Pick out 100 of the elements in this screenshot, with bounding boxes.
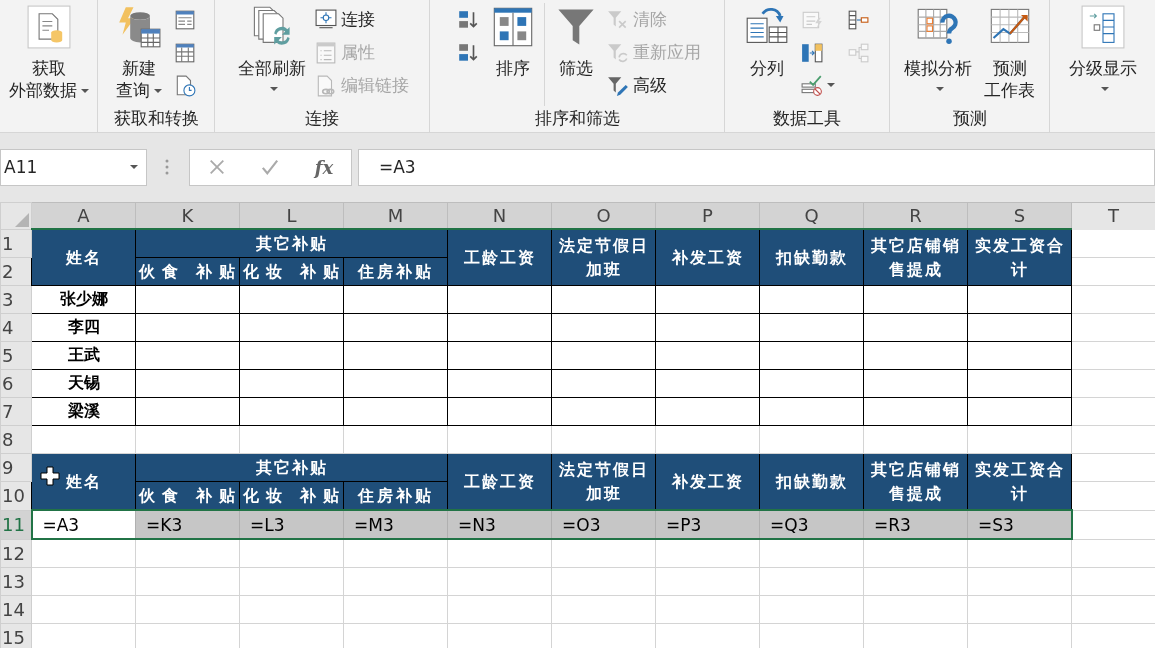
row-header[interactable]: 7 (0, 397, 32, 426)
window-icon (174, 8, 196, 31)
row-header[interactable]: 12 (0, 539, 32, 568)
remove-duplicates-icon (801, 41, 823, 64)
row-header[interactable]: 6 (0, 369, 32, 398)
table-cell: =N3 (447, 510, 552, 539)
table-cell: 梁溪 (31, 397, 136, 426)
funnel-refresh-icon (606, 41, 629, 64)
table-header: 其它店铺销售提成 (863, 229, 968, 286)
name-box[interactable]: A11 (0, 148, 147, 186)
table-header: 法定节假日加班 (551, 229, 656, 286)
column-header[interactable]: Q (759, 202, 864, 229)
table-header: 姓名 (31, 229, 136, 286)
column-header[interactable]: P (655, 202, 760, 229)
row-header[interactable]: 5 (0, 341, 32, 370)
row-header[interactable]: 9 (0, 453, 32, 482)
ribbon-button[interactable]: 筛选 (550, 3, 601, 81)
column-header[interactable]: R (863, 202, 968, 229)
table-cell: =O3 (551, 510, 656, 539)
table-cell: =K3 (135, 510, 240, 539)
table-cell: 李四 (31, 313, 136, 342)
outline-icon (1080, 5, 1125, 49)
table-cell: 王武 (31, 341, 136, 370)
table-cell: =M3 (343, 510, 448, 539)
insert-function-button[interactable]: fx (314, 156, 334, 178)
column-header[interactable]: S (967, 202, 1072, 229)
ribbon-button[interactable]: 分级显示 (1065, 3, 1140, 101)
connection-icon (315, 8, 337, 31)
cursor-icon (40, 466, 60, 486)
row-header[interactable]: 4 (0, 313, 32, 342)
database-icon (117, 5, 161, 49)
column-header[interactable]: A (31, 202, 136, 229)
row-header[interactable]: 14 (0, 595, 32, 624)
group-label: 连接 (305, 107, 339, 130)
table-header: 工龄工资 (447, 453, 552, 510)
sort-ascending-icon (456, 8, 479, 31)
table-header: 扣缺勤款 (759, 453, 864, 510)
column-header[interactable]: L (239, 202, 344, 229)
table-header: 实发工资合计 (967, 229, 1072, 286)
sort-descending-icon (456, 41, 479, 64)
ribbon-button[interactable]: 获取 外部数据 (5, 3, 92, 103)
table-header: 补发工资 (655, 453, 760, 510)
document-clock-icon (174, 74, 196, 97)
table-header: 伙食 补贴 (135, 257, 240, 286)
table-cell: =R3 (863, 510, 968, 539)
formula-field[interactable]: =A3 (358, 148, 1155, 186)
table-header: 法定节假日加班 (551, 453, 656, 510)
table-cell: =A3 (31, 510, 136, 539)
row-header[interactable]: 3 (0, 285, 32, 314)
ribbon-button[interactable]: 全部刷新 (235, 3, 309, 101)
table-cell: 张少娜 (31, 285, 136, 314)
link-document-icon (315, 74, 337, 97)
ribbon-button[interactable]: 预测 工作表 (981, 3, 1038, 103)
list-icon (315, 41, 337, 64)
row-header[interactable]: 11 (0, 510, 32, 539)
row-header[interactable]: 2 (0, 257, 32, 286)
column-header[interactable]: M (343, 202, 448, 229)
ribbon-button[interactable]: 新建 查询 (113, 3, 165, 103)
table-header: 补发工资 (655, 229, 760, 286)
column-header[interactable]: O (551, 202, 656, 229)
table-header: 住房补贴 (343, 257, 448, 286)
group-label: 获取和转换 (113, 107, 199, 130)
enter-icon[interactable] (261, 158, 280, 176)
table-cell: 天锡 (31, 369, 136, 398)
column-header[interactable]: T (1071, 202, 1155, 229)
column-header[interactable]: N (447, 202, 552, 229)
document-database-icon (26, 5, 71, 49)
caret-icon (130, 164, 138, 170)
row-header[interactable]: 1 (0, 229, 32, 258)
group-label: 数据工具 (773, 107, 841, 130)
row-header[interactable]: 8 (0, 425, 32, 454)
group-label: 排序和筛选 (534, 107, 620, 130)
column-header[interactable]: K (135, 202, 240, 229)
funnel-clear-icon (606, 8, 629, 31)
group-label: 预测 (952, 107, 987, 130)
ribbon-button[interactable]: 连接 (315, 3, 409, 36)
ribbon-button[interactable]: 排序 (487, 3, 538, 81)
table-header: 其它补贴 (135, 453, 448, 482)
ribbon-button[interactable]: 模拟分析 (901, 3, 975, 101)
table-header: 其它店铺销售提成 (863, 453, 968, 510)
table-cell: =Q3 (759, 510, 864, 539)
row-header[interactable]: 15 (0, 623, 32, 648)
relationships-icon (847, 41, 869, 64)
funnel-pencil-icon (606, 74, 629, 97)
row-header[interactable]: 13 (0, 567, 32, 596)
validation-icon (801, 74, 823, 97)
table-header: 工龄工资 (447, 229, 552, 286)
table-header: 其它补贴 (135, 229, 448, 258)
cancel-icon[interactable] (207, 158, 226, 176)
ribbon-button[interactable]: 分列 (742, 3, 792, 81)
table-cell: =L3 (239, 510, 344, 539)
table-header: 实发工资合计 (967, 453, 1072, 510)
consolidate-icon (847, 8, 869, 31)
ribbon-button[interactable]: 高级 (606, 69, 701, 102)
table-header: 化妆 补贴 (239, 257, 344, 286)
row-header[interactable]: 10 (0, 481, 32, 510)
grip-icon (165, 158, 169, 176)
table-header: 姓名 (31, 453, 136, 510)
table-header: 扣缺勤款 (759, 229, 864, 286)
grid-icon (174, 41, 196, 64)
